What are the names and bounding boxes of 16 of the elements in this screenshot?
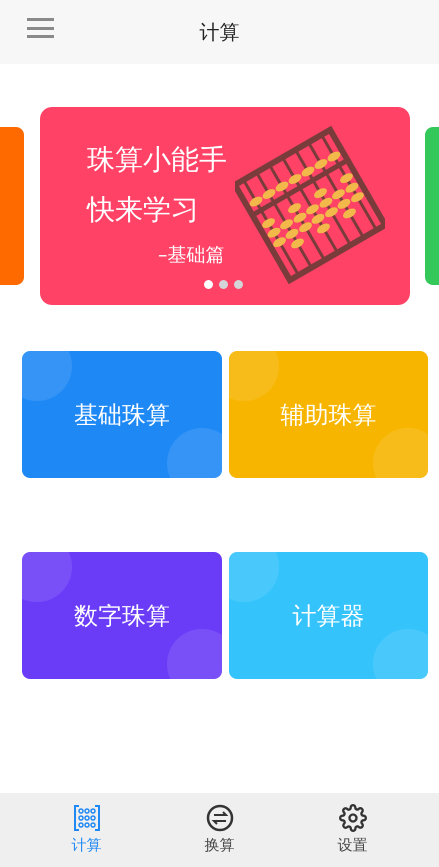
nav-tab[interactable]: 计算 bbox=[72, 804, 102, 856]
feature-tile[interactable]: 计算器 bbox=[228, 552, 428, 679]
banner-headline: 珠算小能手 bbox=[87, 142, 227, 178]
nav-tab[interactable]: 换算 bbox=[204, 804, 234, 856]
exchange-icon bbox=[206, 804, 234, 832]
banner-headline: 快来学习 bbox=[87, 192, 200, 228]
feature-tile[interactable]: 数字珠算 bbox=[22, 552, 222, 679]
abacus-icon bbox=[72, 804, 100, 832]
banner-subtitle: –基础篇 bbox=[158, 243, 224, 268]
promo-banner[interactable]: 珠算小能手 快来学习 –基础篇 bbox=[40, 107, 410, 305]
page-title: 计算 bbox=[200, 19, 240, 46]
feature-tile[interactable]: 基础珠算 bbox=[22, 351, 222, 478]
settings-icon bbox=[338, 804, 366, 832]
menu-icon[interactable] bbox=[27, 17, 54, 39]
feature-tile[interactable]: 辅助珠算 bbox=[228, 351, 428, 478]
nav-tab[interactable]: 设置 bbox=[338, 804, 368, 856]
